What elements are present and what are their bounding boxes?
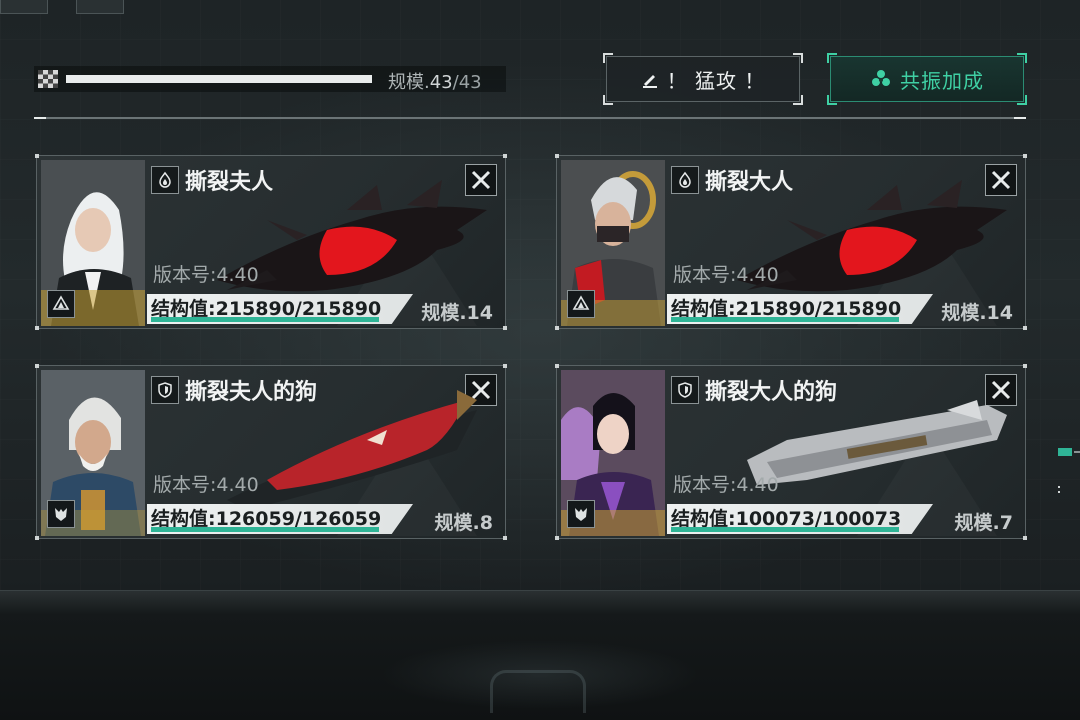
wolf-rank-icon [47, 500, 75, 528]
fleet-scale-label: 规模.43/43 [388, 72, 482, 93]
structure-bar [151, 527, 379, 532]
shield-class-icon [151, 376, 179, 404]
fleet-scale-progress: 规模.43/43 [34, 66, 506, 93]
flame-class-icon [671, 166, 699, 194]
ship-scale: 规模.7 [954, 512, 1013, 534]
resonance-bonus-label: 共振加成 [900, 68, 984, 93]
ship-card[interactable]: 撕裂夫人的狗 版本号:4.40 结构值:126059/126059 规模.8 [35, 364, 507, 540]
ship-scale: 规模.14 [421, 302, 493, 324]
structure-value-panel: 结构值:126059/126059 [147, 504, 413, 534]
version-number: 版本号:4.40 [153, 474, 259, 496]
clover-icon [870, 68, 892, 90]
ship-scale: 规模.8 [434, 512, 493, 534]
ship-card[interactable]: 撕裂夫人 版本号:4.40 结构值:215890/215890 规模.14 [35, 154, 507, 330]
ship-card[interactable]: 撕裂大人 版本号:4.40 结构值:215890/215890 规模.14 [555, 154, 1027, 330]
ship-scale: 规模.14 [941, 302, 1013, 324]
commander-portrait [561, 160, 665, 326]
commander-portrait [561, 370, 665, 536]
scale-progress-track [66, 75, 372, 83]
assault-button[interactable]: ！ 猛攻 ！ [603, 53, 803, 105]
wolf-rank-icon [567, 500, 595, 528]
fleet-screen: 规模.43/43 ！ 猛攻 ！ 共振加成 撕裂夫人 版本号:4.40 结构值:2… [0, 0, 1080, 720]
top-left-settings-icon[interactable] [76, 0, 124, 14]
structure-bar [151, 317, 379, 322]
ship-card[interactable]: 撕裂大人的狗 版本号:4.40 结构值:100073/100073 规模.7 [555, 364, 1027, 540]
top-left-menu-icon[interactable] [0, 0, 48, 14]
rank-badge-icon [567, 290, 595, 318]
structure-bar [671, 317, 899, 322]
bottom-deco [490, 670, 586, 713]
commander-portrait [41, 370, 145, 536]
version-number: 版本号:4.40 [673, 264, 779, 286]
version-number: 版本号:4.40 [153, 264, 259, 286]
edit-pen-icon [641, 70, 659, 88]
header-divider [34, 117, 1026, 119]
shield-class-icon [671, 376, 699, 404]
structure-value-panel: 结构值:215890/215890 [147, 294, 413, 324]
assault-button-label: ！ 猛攻 ！ [666, 68, 766, 93]
structure-bar [671, 527, 899, 532]
structure-value-panel: 结构值:100073/100073 [667, 504, 933, 534]
resonance-bonus-button[interactable]: 共振加成 [827, 53, 1027, 105]
flame-class-icon [151, 166, 179, 194]
side-panel-tab-icon[interactable] [1056, 448, 1080, 498]
version-number: 版本号:4.40 [673, 474, 779, 496]
checkered-flag-icon [38, 70, 58, 88]
rank-badge-icon [47, 290, 75, 318]
structure-value-panel: 结构值:215890/215890 [667, 294, 933, 324]
scale-progress-fill [66, 75, 372, 83]
commander-portrait [41, 160, 145, 326]
